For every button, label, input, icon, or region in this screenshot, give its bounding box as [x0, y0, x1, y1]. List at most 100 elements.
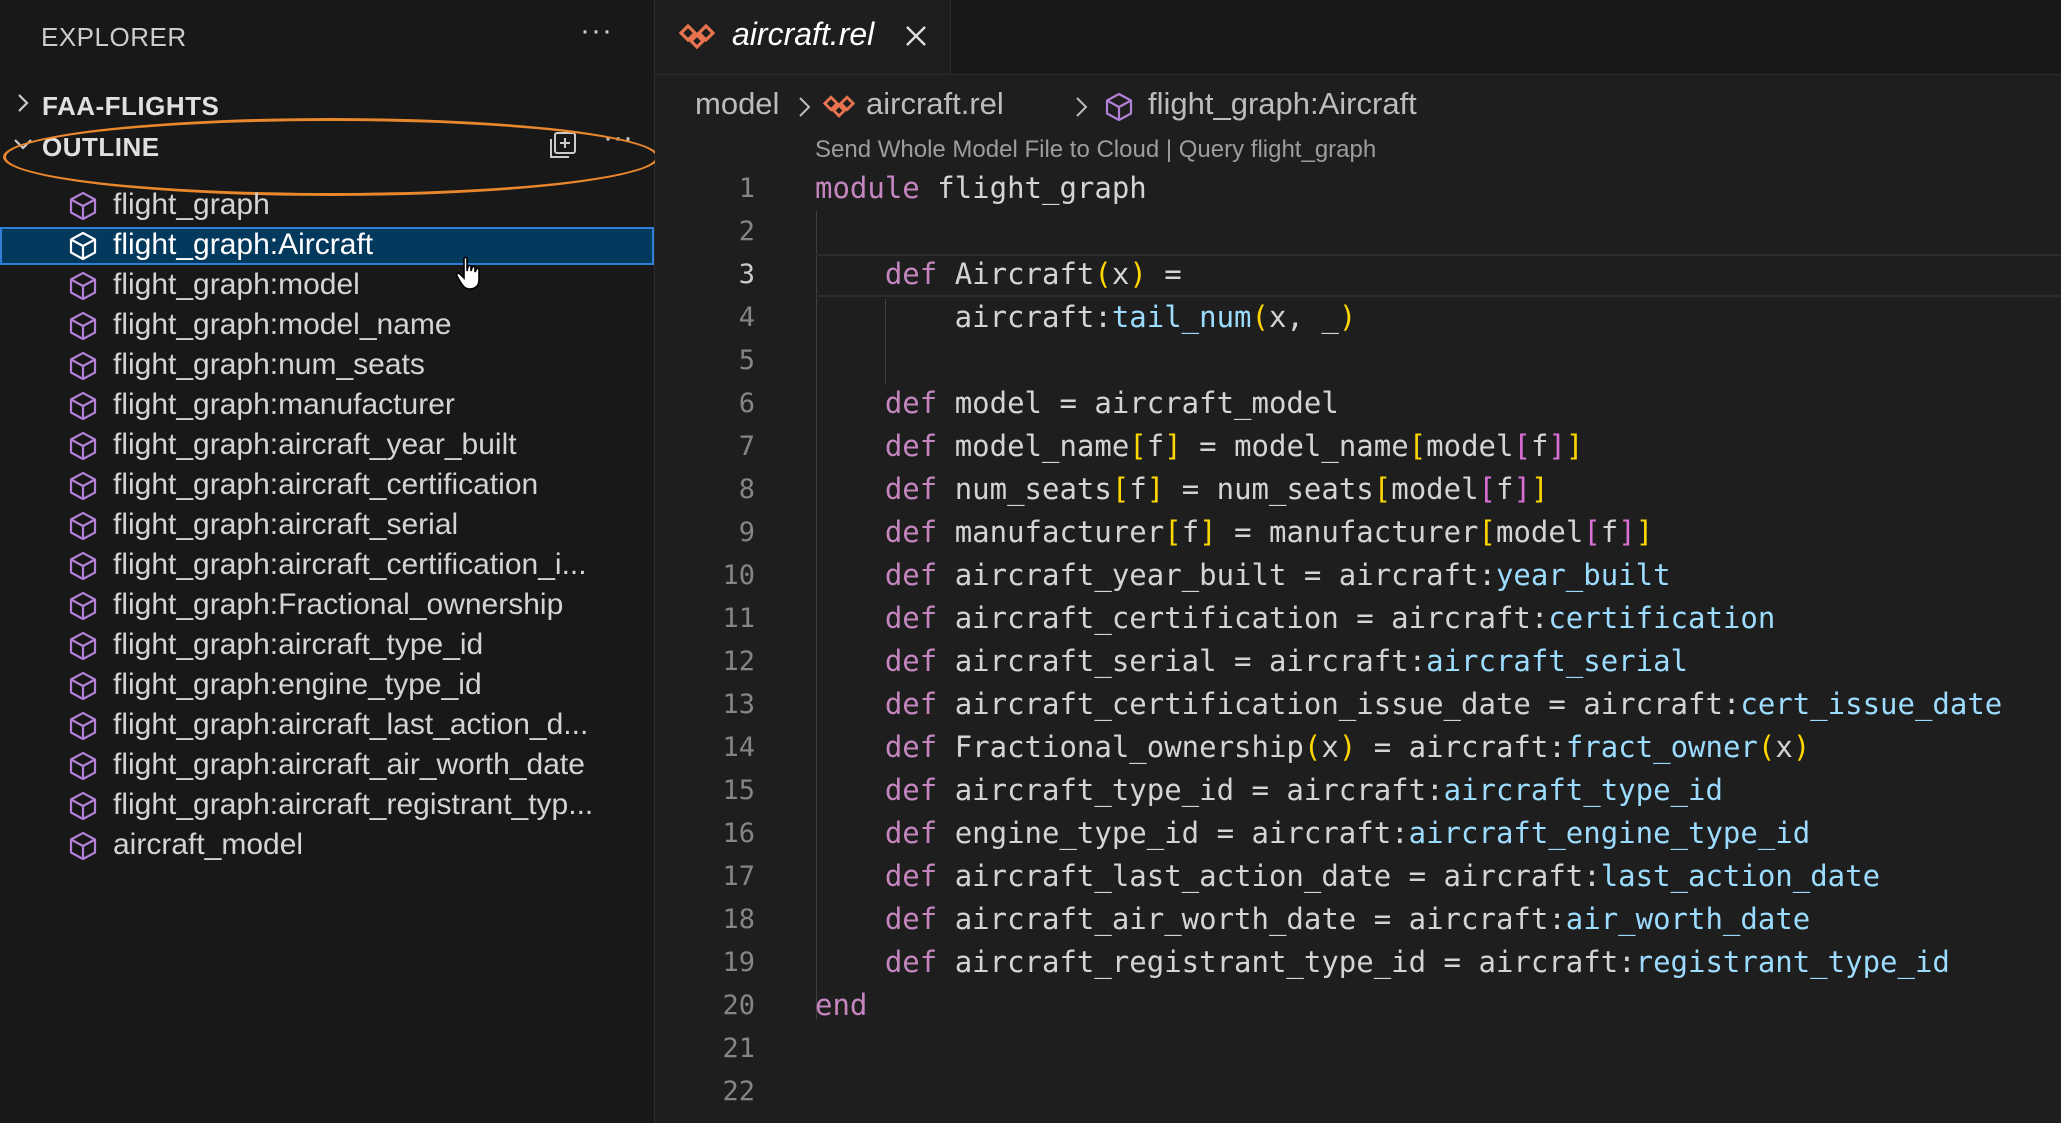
outline-item-label: flight_graph:model_name [113, 308, 452, 341]
editor-area: aircraft.rel model aircraft.rel flight_g… [655, 0, 2061, 1123]
line-number: 18 [722, 904, 755, 935]
line-number: 19 [722, 947, 755, 978]
section-label-faa: FAA-FLIGHTS [42, 91, 220, 121]
explorer-title: EXPLORER [41, 22, 187, 52]
module-symbol-icon [69, 791, 97, 821]
explorer-header: EXPLORER ··· [0, 0, 654, 74]
code-line: 9 def manufacturer[f] = manufacturer[mod… [655, 512, 2061, 555]
code-line: 7 def model_name[f] = model_name[model[f… [655, 426, 2061, 469]
module-symbol-icon [1105, 92, 1133, 122]
line-number: 10 [722, 560, 755, 591]
vscode-window: EXPLORER ··· FAA-FLIGHTS OUTLINE ··· fli… [0, 0, 2061, 1123]
code-line: 12 def aircraft_serial = aircraft:aircra… [655, 641, 2061, 684]
tab-aircraft-rel[interactable]: aircraft.rel [655, 0, 951, 74]
code-line: 10 def aircraft_year_built = aircraft:ye… [655, 555, 2061, 598]
line-number: 15 [722, 775, 755, 806]
outline-item[interactable]: flight_graph:aircraft_air_worth_date [0, 747, 654, 785]
module-symbol-icon [69, 711, 97, 741]
code-line: 2 [655, 211, 2061, 254]
outline-item-label: flight_graph:aircraft_serial [113, 508, 459, 541]
code-line: 21 [655, 1028, 2061, 1071]
outline-item[interactable]: flight_graph:num_seats [0, 347, 654, 385]
module-symbol-icon [69, 191, 97, 221]
outline-item-label: flight_graph:engine_type_id [113, 668, 482, 701]
more-actions-icon[interactable]: ··· [580, 14, 613, 48]
outline-item[interactable]: flight_graph:Aircraft [0, 227, 654, 265]
collapse-all-icon[interactable] [547, 131, 577, 161]
code-line: 14 def Fractional_ownership(x) = aircraf… [655, 727, 2061, 770]
outline-item-label: flight_graph:Fractional_ownership [113, 588, 564, 621]
outline-item[interactable]: flight_graph:aircraft_last_action_d... [0, 707, 654, 745]
module-symbol-icon [69, 511, 97, 541]
close-icon[interactable] [902, 22, 930, 50]
module-symbol-icon [69, 271, 97, 301]
module-symbol-icon [69, 591, 97, 621]
outline-item-label: flight_graph:aircraft_last_action_d... [113, 708, 589, 741]
line-number: 14 [722, 732, 755, 763]
outline-item-label: flight_graph:aircraft_certification [113, 468, 539, 501]
outline-item[interactable]: flight_graph:aircraft_registrant_typ... [0, 787, 654, 825]
code-line: 19 def aircraft_registrant_type_id = air… [655, 942, 2061, 985]
outline-item[interactable]: flight_graph:engine_type_id [0, 667, 654, 705]
line-number: 22 [722, 1076, 755, 1107]
explorer-sidebar: EXPLORER ··· FAA-FLIGHTS OUTLINE ··· fli… [0, 0, 659, 1123]
chevron-down-icon [14, 139, 32, 150]
line-number: 11 [722, 603, 755, 634]
section-outline[interactable]: OUTLINE ··· [0, 121, 654, 173]
outline-item[interactable]: flight_graph:model [0, 267, 654, 305]
code-line: 11 def aircraft_certification = aircraft… [655, 598, 2061, 641]
line-number: 2 [738, 216, 755, 247]
outline-item[interactable]: flight_graph:model_name [0, 307, 654, 345]
outline-item-label: flight_graph [113, 188, 270, 221]
code-line: 22 [655, 1071, 2061, 1114]
outline-item[interactable]: flight_graph:manufacturer [0, 387, 654, 425]
section-label-outline: OUTLINE [42, 132, 160, 162]
line-number: 17 [722, 861, 755, 892]
outline-item[interactable]: flight_graph [0, 187, 654, 225]
line-number: 4 [738, 302, 755, 333]
code-line: 18 def aircraft_air_worth_date = aircraf… [655, 899, 2061, 942]
code-line: 4 aircraft:tail_num(x, _) [655, 297, 2061, 340]
outline-item-label: flight_graph:aircraft_year_built [113, 428, 517, 461]
breadcrumb-symbol[interactable]: flight_graph:Aircraft [1148, 86, 1417, 122]
line-number: 5 [738, 345, 755, 376]
outline-item[interactable]: flight_graph:aircraft_year_built [0, 427, 654, 465]
code-line: 6 def model = aircraft_model [655, 383, 2061, 426]
rel-file-icon [823, 95, 855, 118]
line-number: 16 [722, 818, 755, 849]
outline-item[interactable]: flight_graph:Fractional_ownership [0, 587, 654, 625]
line-number: 3 [738, 259, 755, 290]
outline-item[interactable]: flight_graph:aircraft_type_id [0, 627, 654, 665]
line-number: 21 [722, 1033, 755, 1064]
outline-item[interactable]: flight_graph:aircraft_serial [0, 507, 654, 545]
breadcrumb-file[interactable]: aircraft.rel [866, 86, 1004, 122]
outline-item-label: flight_graph:aircraft_certification_i... [113, 548, 587, 581]
outline-item[interactable]: flight_graph:aircraft_certification [0, 467, 654, 505]
code-line: 1 module flight_graph [655, 168, 2061, 211]
code-line: 17 def aircraft_last_action_date = aircr… [655, 856, 2061, 899]
tab-label: aircraft.rel [732, 16, 875, 52]
code-line: 15 def aircraft_type_id = aircraft:aircr… [655, 770, 2061, 813]
codelens[interactable]: Send Whole Model File to Cloud | Query f… [815, 136, 1376, 164]
outline-item-label: aircraft_model [113, 828, 304, 861]
chevron-right-icon [18, 94, 29, 112]
module-symbol-icon [69, 391, 97, 421]
breadcrumb-folder[interactable]: model [695, 86, 779, 122]
chevron-right-icon [1076, 97, 1088, 117]
outline-more-icon[interactable]: ··· [603, 121, 633, 155]
outline-item-label: flight_graph:aircraft_registrant_typ... [113, 788, 594, 821]
code-line: 16 def engine_type_id = aircraft:aircraf… [655, 813, 2061, 856]
module-symbol-icon [69, 551, 97, 581]
module-symbol-icon [69, 631, 97, 661]
line-number: 6 [738, 388, 755, 419]
line-number: 7 [738, 431, 755, 462]
code-line: 20 end [655, 985, 2061, 1028]
module-symbol-icon [69, 671, 97, 701]
outline-item[interactable]: flight_graph:aircraft_certification_i... [0, 547, 654, 585]
outline-item-label: flight_graph:num_seats [113, 348, 425, 381]
outline-item[interactable]: aircraft_model [0, 827, 654, 865]
outline-item-label: flight_graph:model [113, 268, 360, 301]
line-number: 20 [722, 990, 755, 1021]
line-number: 9 [738, 517, 755, 548]
module-symbol-icon [69, 431, 97, 461]
